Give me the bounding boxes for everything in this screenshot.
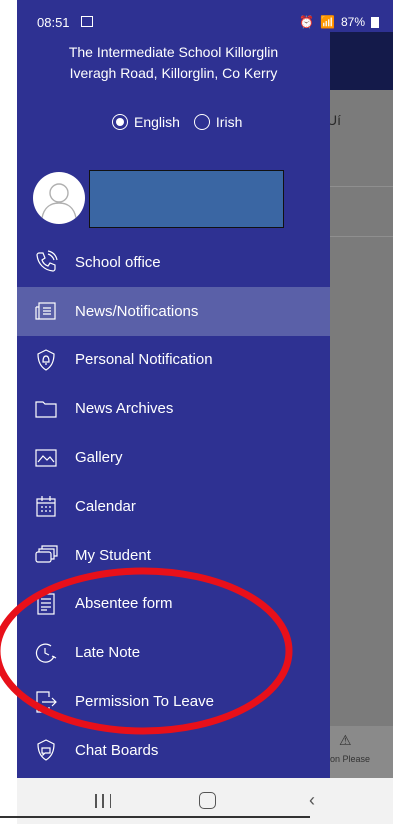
radio-selected-icon[interactable] <box>112 114 128 130</box>
drawer-menu: School office News/Notifications Persona… <box>17 238 330 775</box>
screen: Uí ⚠ on Please 08:51 ⏰ 📶 87% The Interme… <box>17 0 393 824</box>
menu-item-gallery[interactable]: Gallery <box>17 433 330 482</box>
calendar-icon <box>36 496 56 517</box>
menu-label: School office <box>75 253 161 271</box>
home-button[interactable] <box>199 792 216 809</box>
wifi-signal-icon: 📶 <box>320 15 335 29</box>
menu-label: Late Note <box>75 644 141 662</box>
gallery-icon <box>35 448 57 467</box>
status-indicators: ⏰ 📶 87% <box>299 15 379 29</box>
user-name-redacted <box>89 170 284 228</box>
menu-label: Absentee form <box>75 595 173 613</box>
language-label-english: English <box>134 114 180 130</box>
school-address: Iveragh Road, Killorglin, Co Kerry <box>69 65 278 81</box>
background-divider <box>330 186 393 187</box>
language-option-irish[interactable]: Irish <box>193 114 243 130</box>
background-alert-text: on Please <box>330 754 371 764</box>
image-notification-icon <box>81 16 93 27</box>
status-bar: 08:51 ⏰ 📶 87% <box>17 0 393 32</box>
user-silhouette-icon <box>41 183 77 219</box>
menu-label: News/Notifications <box>75 302 199 320</box>
menu-item-late-note[interactable]: Late Note <box>17 628 330 677</box>
screenshot-edge-line <box>0 816 310 818</box>
warning-icon: ⚠ <box>339 732 352 748</box>
news-icon <box>35 302 56 320</box>
battery-percent: 87% <box>340 15 365 29</box>
exit-icon <box>36 690 57 713</box>
back-button[interactable]: ‹ <box>309 791 315 809</box>
menu-label: Permission To Leave <box>75 693 214 711</box>
background-alert-banner: ⚠ on Please <box>330 726 393 778</box>
menu-item-absentee-form[interactable]: Absentee form <box>17 580 330 629</box>
background-divider <box>330 236 393 237</box>
language-option-english[interactable]: English <box>112 114 180 130</box>
form-icon <box>37 593 55 615</box>
navigation-drawer: The Intermediate School Killorglin Ivera… <box>17 32 330 778</box>
menu-label: Chat Boards <box>75 741 159 759</box>
language-label-irish: Irish <box>215 114 243 130</box>
menu-item-news-notifications[interactable]: News/Notifications <box>17 286 330 336</box>
menu-label: News Archives <box>75 400 174 418</box>
menu-item-my-student[interactable]: My Student <box>17 531 330 580</box>
language-selector: English Irish <box>112 114 242 130</box>
battery-icon <box>371 16 379 28</box>
phone-icon <box>36 250 58 272</box>
menu-item-permission-to-leave[interactable]: Permission To Leave <box>17 677 330 726</box>
alarm-icon: ⏰ <box>299 15 315 29</box>
radio-unselected-icon[interactable] <box>193 114 210 130</box>
menu-item-news-archives[interactable]: News Archives <box>17 384 330 433</box>
menu-label: My Student <box>75 546 151 564</box>
menu-item-school-office[interactable]: School office <box>17 238 330 287</box>
menu-label: Personal Notification <box>75 351 213 369</box>
menu-label: Gallery <box>75 449 123 467</box>
avatar[interactable] <box>33 172 85 224</box>
status-time: 08:51 <box>37 15 70 30</box>
shield-bell-icon <box>37 349 55 371</box>
clock-icon <box>35 643 57 663</box>
chat-shield-icon <box>37 739 55 762</box>
school-name: The Intermediate School Killorglin <box>68 44 279 60</box>
menu-item-chat-boards[interactable]: Chat Boards <box>17 726 330 775</box>
cards-icon <box>35 545 58 563</box>
folder-icon <box>35 401 57 418</box>
background-app-header <box>330 32 393 90</box>
menu-item-personal-notification[interactable]: Personal Notification <box>17 336 330 385</box>
recent-apps-button[interactable] <box>95 794 111 808</box>
menu-item-calendar[interactable]: Calendar <box>17 482 330 531</box>
menu-label: Calendar <box>75 497 136 515</box>
